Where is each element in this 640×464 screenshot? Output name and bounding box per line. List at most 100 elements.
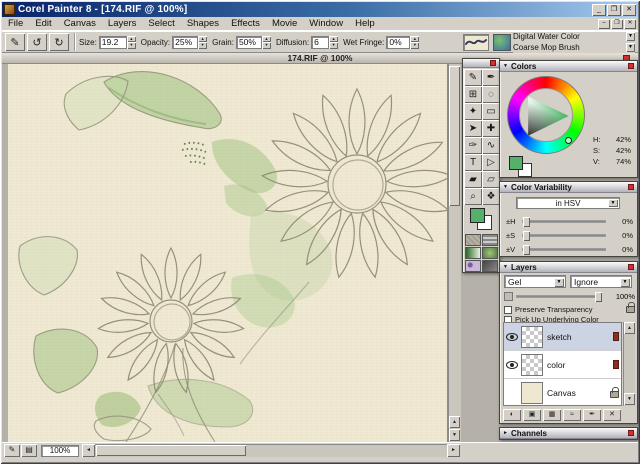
- magnifier-tool[interactable]: ⌕: [464, 188, 482, 205]
- new-layer-mask-icon[interactable]: ▦: [543, 409, 561, 421]
- main-color-swatch[interactable]: [509, 156, 523, 170]
- slider-thumb[interactable]: [595, 292, 602, 302]
- slider-track[interactable]: [522, 220, 606, 223]
- hue-ring[interactable]: [507, 76, 585, 154]
- hue-variability-slider[interactable]: ±H 0%: [506, 216, 633, 226]
- colors-title-bar[interactable]: ▼ Colors: [500, 61, 637, 72]
- new-watercolor-layer-icon[interactable]: ≈: [563, 409, 581, 421]
- channels-title-bar[interactable]: ► Channels: [500, 428, 637, 439]
- menu-effects[interactable]: Effects: [225, 17, 266, 30]
- scroll-up-icon[interactable]: ▲: [624, 322, 635, 334]
- variability-mode-dropdown[interactable]: in HSV ▼: [516, 197, 620, 209]
- canvas-hscrollbar[interactable]: [95, 444, 447, 457]
- layer-adjuster-tool[interactable]: ✚: [482, 120, 500, 137]
- delete-layer-icon[interactable]: ✕: [603, 409, 621, 421]
- slider-track[interactable]: [522, 248, 606, 251]
- scroll-down-icon[interactable]: ▼: [624, 393, 635, 405]
- vscroll-thumb[interactable]: [449, 66, 460, 206]
- layer-row-sketch[interactable]: sketch: [504, 323, 621, 351]
- eraser-tool[interactable]: ▱: [482, 171, 500, 188]
- paper-selector[interactable]: [465, 234, 481, 246]
- scroll-up-icon[interactable]: ▲: [449, 416, 460, 428]
- menu-file[interactable]: File: [2, 17, 29, 30]
- hscroll-thumb[interactable]: [96, 445, 246, 456]
- mdi-minimize-button[interactable]: –: [598, 19, 610, 29]
- slider-thumb[interactable]: [523, 231, 530, 241]
- collapse-icon[interactable]: ▼: [503, 184, 508, 190]
- color-variability-close-icon[interactable]: [628, 184, 634, 190]
- menu-window[interactable]: Window: [303, 17, 349, 30]
- menu-help[interactable]: Help: [349, 17, 381, 30]
- collapse-icon[interactable]: ▼: [503, 63, 508, 69]
- grain-input[interactable]: 50%: [236, 36, 262, 49]
- dropdown-icon[interactable]: ▼: [620, 278, 630, 287]
- slider-thumb[interactable]: [523, 245, 530, 255]
- wet-fringe-stepper[interactable]: ▲ ▼: [410, 36, 419, 49]
- rotate-right-icon[interactable]: ↻: [49, 33, 69, 51]
- dropdown-icon[interactable]: ▼: [554, 278, 564, 287]
- brush-tool-icon[interactable]: ✎: [5, 33, 25, 51]
- stroke-preview-button[interactable]: [463, 34, 489, 51]
- gradient-selector[interactable]: [465, 247, 481, 259]
- new-layer-icon[interactable]: ▣: [523, 409, 541, 421]
- mdi-close-button[interactable]: ✕: [624, 19, 636, 29]
- selection-adjuster-tool[interactable]: ➤: [464, 120, 482, 137]
- magic-wand-tool[interactable]: ✦: [464, 103, 482, 120]
- toolbox-title-bar[interactable]: [463, 59, 499, 68]
- diffusion-stepper[interactable]: ▲ ▼: [329, 36, 338, 49]
- spin-down-icon[interactable]: ▼: [127, 42, 136, 49]
- preserve-transparency-checkbox[interactable]: [504, 306, 512, 314]
- quick-curve-tool[interactable]: ∿: [482, 137, 500, 154]
- zoom-level-field[interactable]: 100%: [41, 445, 79, 457]
- saturation-variability-slider[interactable]: ±S 0%: [506, 230, 633, 240]
- pencil-drawer-icon[interactable]: ✎: [4, 444, 20, 457]
- lasso-tool[interactable]: ◌: [482, 86, 500, 103]
- layers-close-icon[interactable]: [628, 264, 634, 270]
- brush-variant-dropdown[interactable]: Coarse Mop Brush ▼: [513, 43, 635, 53]
- rotate-left-icon[interactable]: ↺: [27, 33, 47, 51]
- size-input[interactable]: 19.2: [99, 36, 127, 49]
- layer-row-color[interactable]: color: [504, 351, 621, 379]
- menu-edit[interactable]: Edit: [29, 17, 57, 30]
- slider-track[interactable]: [516, 295, 602, 298]
- crop-tool[interactable]: ⊞: [464, 86, 482, 103]
- spin-down-icon[interactable]: ▼: [329, 42, 338, 49]
- nozzle-selector[interactable]: [482, 260, 498, 272]
- menu-canvas[interactable]: Canvas: [58, 17, 102, 30]
- channels-close-icon[interactable]: [628, 430, 634, 436]
- rectangular-selection-tool[interactable]: ▭: [482, 103, 500, 120]
- layer-row-canvas[interactable]: Canvas: [504, 379, 621, 406]
- grid-drawer-icon[interactable]: ▤: [21, 444, 37, 457]
- shape-selection-tool[interactable]: ▷: [482, 154, 500, 171]
- dropper-tool[interactable]: ✒: [482, 69, 500, 86]
- dropdown-icon[interactable]: ▼: [608, 199, 618, 207]
- wet-fringe-input[interactable]: 0%: [386, 36, 410, 49]
- restore-button[interactable]: ❐: [607, 4, 621, 16]
- lock-icon[interactable]: [610, 391, 619, 398]
- menu-shapes[interactable]: Shapes: [181, 17, 225, 30]
- layer-list-scrollbar[interactable]: ▲ ▼: [623, 322, 635, 406]
- paint-bucket-tool[interactable]: ▰: [464, 171, 482, 188]
- composite-method-dropdown[interactable]: Gel ▼: [504, 275, 566, 288]
- close-button[interactable]: ✕: [622, 4, 636, 16]
- menu-movie[interactable]: Movie: [266, 17, 303, 30]
- brush-category-icon[interactable]: [493, 34, 511, 51]
- collapse-icon[interactable]: ▼: [503, 264, 508, 270]
- spin-down-icon[interactable]: ▼: [262, 42, 271, 49]
- scroll-left-icon[interactable]: ◄: [82, 444, 95, 457]
- expand-icon[interactable]: ►: [503, 430, 508, 436]
- slider-thumb[interactable]: [523, 217, 530, 227]
- grain-stepper[interactable]: ▲ ▼: [262, 36, 271, 49]
- brush-tool[interactable]: ✎: [464, 69, 482, 86]
- brush-category-dropdown[interactable]: Digital Water Color ▼: [513, 32, 635, 42]
- dropdown-icon[interactable]: ▼: [626, 32, 635, 41]
- minimize-button[interactable]: _: [592, 4, 606, 16]
- weave-selector[interactable]: [482, 234, 498, 246]
- diffusion-input[interactable]: 6: [311, 36, 329, 49]
- slider-track[interactable]: [522, 234, 606, 237]
- toolbox-close-icon[interactable]: [490, 60, 496, 66]
- dropdown-icon[interactable]: ▼: [626, 43, 635, 52]
- pattern-selector[interactable]: [465, 260, 481, 272]
- colors-close-icon[interactable]: [628, 63, 634, 69]
- spin-down-icon[interactable]: ▼: [410, 42, 419, 49]
